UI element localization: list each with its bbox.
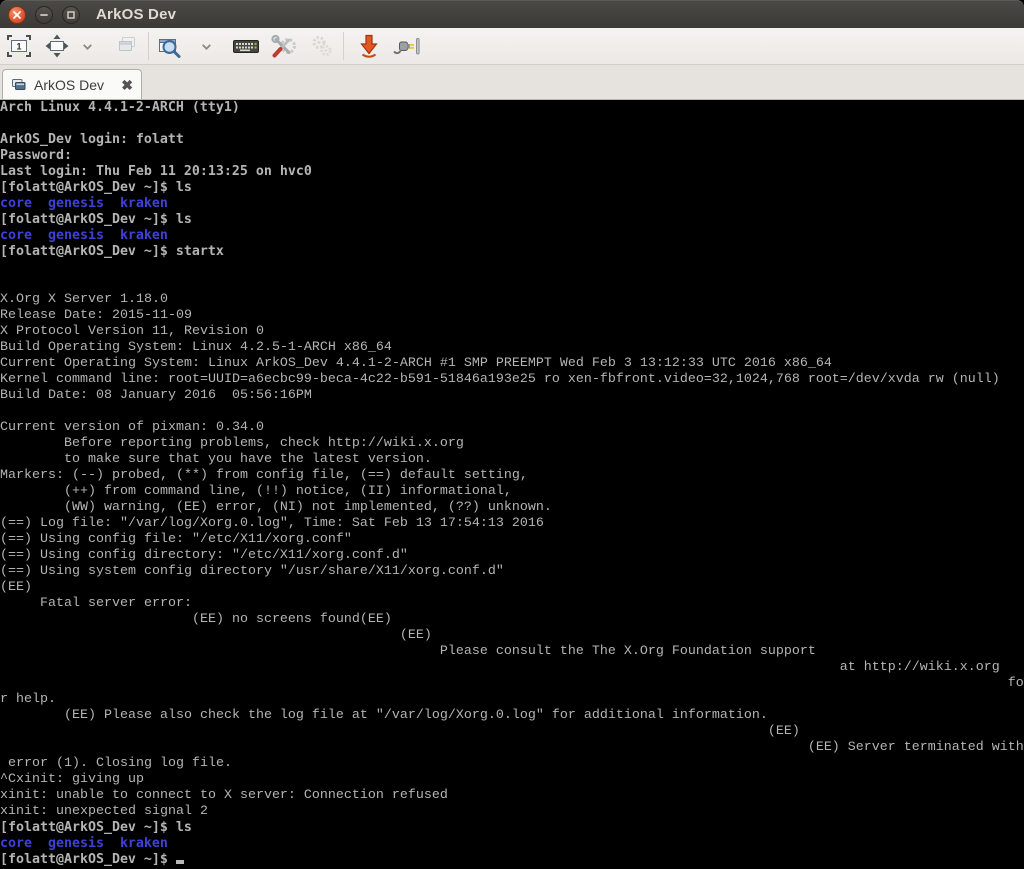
display-screenshot-icon: 1	[5, 32, 33, 60]
terminal-line: Build Date: 08 January 2016 05:56:16PM	[0, 388, 1024, 404]
terminal-line: Fatal server error:	[0, 596, 1024, 612]
zoom-display-button[interactable]	[155, 30, 185, 62]
toolbar: 1	[0, 28, 1024, 65]
close-tab-icon[interactable]: ✖	[121, 78, 133, 92]
terminal-line: Markers: (--) probed, (**) from config f…	[0, 468, 1024, 484]
terminal-line: xinit: unable to connect to X server: Co…	[0, 788, 1024, 804]
send-keys-button[interactable]	[231, 30, 261, 62]
terminal-line: Last login: Thu Feb 11 20:13:25 on hvc0	[0, 164, 1024, 180]
vm-viewer-window: ArkOS Dev 1	[0, 0, 1024, 869]
keyboard-icon	[231, 32, 261, 60]
terminal-line: (==) Using system config directory "/usr…	[0, 564, 1024, 580]
terminal-line: core genesis kraken	[0, 836, 1024, 852]
minimize-button[interactable]	[35, 6, 53, 24]
tab-label: ArkOS Dev	[34, 77, 121, 93]
terminal-line: [folatt@ArkOS_Dev ~]$ ls	[0, 820, 1024, 836]
maximize-icon	[66, 10, 76, 20]
close-button[interactable]	[8, 6, 26, 24]
terminal-line: Arch Linux 4.4.1-2-ARCH (tty1)	[0, 100, 1024, 116]
close-icon	[12, 10, 22, 20]
terminal-line: core genesis kraken	[0, 196, 1024, 212]
terminal-line: X.Org X Server 1.18.0	[0, 292, 1024, 308]
terminal-line: [folatt@ArkOS_Dev ~]$	[0, 852, 1024, 868]
duplicate-view-button	[112, 30, 142, 62]
zoom-menu-button[interactable]	[191, 30, 221, 62]
terminal-line: Before reporting problems, check http://…	[0, 436, 1024, 452]
terminal-line: [folatt@ArkOS_Dev ~]$ ls	[0, 180, 1024, 196]
download-arrow-icon	[355, 32, 383, 60]
terminal-line: core genesis kraken	[0, 228, 1024, 244]
pull-download-button[interactable]	[354, 30, 384, 62]
connect-button[interactable]	[392, 30, 422, 62]
terminal-line: (==) Using config file: "/etc/X11/xorg.c…	[0, 532, 1024, 548]
terminal-line: to make sure that you have the latest ve…	[0, 452, 1024, 468]
terminal-line: (EE) no screens found(EE)	[0, 612, 1024, 628]
terminal-line: Build Operating System: Linux 4.2.5-1-AR…	[0, 340, 1024, 356]
terminal-line: Release Date: 2015-11-09	[0, 308, 1024, 324]
terminal-line	[0, 260, 1024, 276]
fullscreen-icon	[43, 32, 71, 60]
screenshot-display-button[interactable]: 1	[4, 30, 34, 62]
chevron-down-icon	[81, 40, 94, 53]
terminal-line: [folatt@ArkOS_Dev ~]$ startx	[0, 244, 1024, 260]
plug-icon	[392, 32, 422, 60]
console-tab-icon	[11, 77, 27, 92]
window-title: ArkOS Dev	[96, 6, 176, 23]
terminal-line: (==) Log file: "/var/log/Xorg.0.log", Ti…	[0, 516, 1024, 532]
terminal-line	[0, 276, 1024, 292]
terminal-line: (++) from command line, (!!) notice, (II…	[0, 484, 1024, 500]
terminal-line: (EE)	[0, 628, 1024, 644]
magnifier-window-icon	[155, 32, 185, 60]
terminal-line: fo	[0, 676, 1024, 692]
terminal-line: at http://wiki.x.org	[0, 660, 1024, 676]
terminal-line: Password:	[0, 148, 1024, 164]
toolbar-separator	[148, 32, 149, 60]
tab-bar: ArkOS Dev ✖	[0, 65, 1024, 100]
terminal-line: r help.	[0, 692, 1024, 708]
terminal-line	[0, 404, 1024, 420]
vm-console-screen[interactable]: Arch Linux 4.4.1-2-ARCH (tty1) ArkOS_Dev …	[0, 100, 1024, 869]
screwdriver-wrench-icon	[269, 32, 299, 60]
terminal-line: Current version of pixman: 0.34.0	[0, 420, 1024, 436]
terminal-line	[0, 116, 1024, 132]
terminal-line: [folatt@ArkOS_Dev ~]$ ls	[0, 212, 1024, 228]
terminal-line: (EE)	[0, 724, 1024, 740]
tools-button[interactable]	[269, 30, 299, 62]
fullscreen-menu-button[interactable]	[72, 30, 102, 62]
chevron-down-icon	[200, 40, 213, 53]
terminal-line: ^Cxinit: giving up	[0, 772, 1024, 788]
tab-arkos-dev[interactable]: ArkOS Dev ✖	[2, 69, 142, 99]
terminal-line: (EE) Server terminated with	[0, 740, 1024, 756]
preferences-button	[307, 30, 337, 62]
terminal-line: error (1). Closing log file.	[0, 756, 1024, 772]
terminal-line: (EE) Please also check the log file at "…	[0, 708, 1024, 724]
fullscreen-button[interactable]	[42, 30, 72, 62]
terminal-line: (EE)	[0, 580, 1024, 596]
terminal-line: Current Operating System: Linux ArkOS_De…	[0, 356, 1024, 372]
terminal-line: Please consult the The X.Org Foundation …	[0, 644, 1024, 660]
terminal-cursor	[176, 860, 184, 864]
terminal-line: X Protocol Version 11, Revision 0	[0, 324, 1024, 340]
toolbar-separator	[343, 32, 344, 60]
terminal-line: (WW) warning, (EE) error, (NI) not imple…	[0, 500, 1024, 516]
terminal-line: (==) Using config directory: "/etc/X11/x…	[0, 548, 1024, 564]
terminal-line: ArkOS_Dev login: folatt	[0, 132, 1024, 148]
terminal-line: Kernel command line: root=UUID=a6ecbc99-…	[0, 372, 1024, 388]
maximize-button[interactable]	[62, 6, 80, 24]
gears-icon	[307, 32, 337, 60]
titlebar[interactable]: ArkOS Dev	[0, 0, 1024, 28]
svg-text:1: 1	[16, 42, 21, 52]
minimize-icon	[39, 10, 49, 20]
duplicate-windows-icon	[113, 32, 141, 60]
terminal-line: xinit: unexpected signal 2	[0, 804, 1024, 820]
